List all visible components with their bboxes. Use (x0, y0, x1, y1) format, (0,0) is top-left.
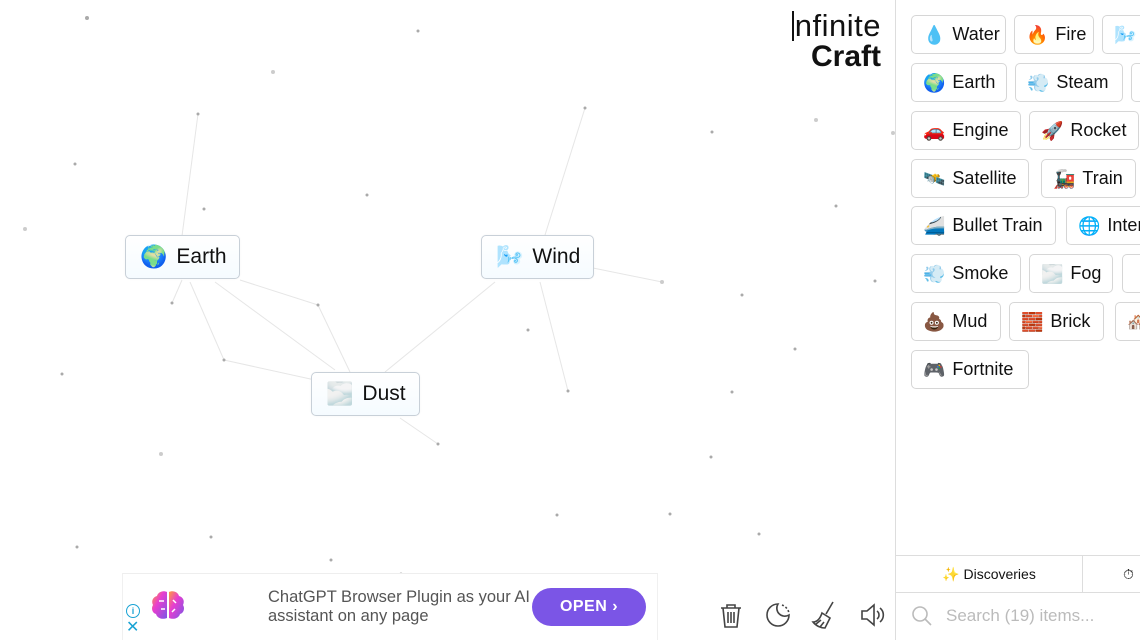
ad-close-icon[interactable]: ✕ (126, 620, 139, 636)
particle-dots (23, 16, 895, 576)
infinite-craft-logo: nfinite Craft (791, 8, 881, 73)
item-label: Earth (176, 245, 227, 268)
item-label: Fog (1070, 263, 1102, 283)
brain-logo-icon (149, 589, 187, 630)
smoke-icon: 💨 (923, 263, 946, 284)
sidebar-item-mud[interactable]: 💩 Mud (911, 302, 1001, 341)
item-label: Mud (952, 311, 988, 331)
logo-line2: Craft (810, 40, 881, 73)
game-controller-icon: 🎮 (923, 359, 946, 380)
sidebar-item-hidden-1[interactable] (1131, 63, 1140, 102)
item-label: Wind (532, 245, 581, 268)
logo-line1: nfinite (794, 8, 881, 43)
sidebar-item-satellite[interactable]: 🛰️ Satellite (911, 159, 1029, 198)
globe-icon: 🌐 (1078, 215, 1101, 236)
canvas-item-wind[interactable]: 🌬️ Wind (481, 235, 594, 279)
mud-icon: 💩 (923, 311, 946, 332)
sidebar-item-brick[interactable]: 🧱 Brick (1009, 302, 1104, 341)
sidebar-item-engine[interactable]: 🚗 Engine (911, 111, 1021, 150)
fog-icon: 🌫️ (1041, 263, 1064, 284)
earth-icon: 🌍 (140, 244, 168, 269)
water-drop-icon: 💧 (923, 24, 946, 45)
item-label: Rocket (1070, 120, 1127, 140)
sidebar-item-hidden-2[interactable] (1122, 254, 1140, 293)
dust-icon: 🌫️ (326, 381, 354, 406)
item-label: Water (952, 24, 1000, 44)
advertisement-banner[interactable]: i ✕ ChatGPT Browser Plugin as your AI as… (122, 573, 658, 640)
ad-info-icon[interactable]: i (126, 604, 140, 618)
canvas-item-dust[interactable]: 🌫️ Dust (311, 372, 420, 416)
ad-text: ChatGPT Browser Plugin as your AI assist… (268, 588, 558, 626)
ad-open-button[interactable]: OPEN › (532, 588, 646, 626)
speaker-icon[interactable] (857, 600, 887, 630)
tab-sort-time[interactable]: ⏱ (1083, 556, 1140, 592)
item-label: Dust (362, 382, 406, 405)
ad-text-line2: assistant on any page (268, 607, 429, 625)
moon-icon[interactable] (763, 600, 793, 630)
item-label: Bullet Train (952, 215, 1043, 235)
item-label: Earth (952, 72, 996, 92)
sidebar-tabs: ✨ Discoveries ⏱ (896, 555, 1140, 593)
rocket-icon: 🚀 (1041, 120, 1064, 141)
item-label: Inter (1107, 215, 1140, 235)
car-icon: 🚗 (923, 120, 946, 141)
canvas-toolbar (716, 600, 887, 630)
search-input[interactable] (944, 605, 1138, 627)
earth-icon: 🌍 (923, 72, 946, 93)
satellite-icon: 🛰️ (923, 168, 946, 189)
sidebar: 💧 Water 🔥 Fire 🌬️Wind 🌍 Earth 💨 Steam 🚗 Engin… (895, 0, 1140, 640)
sidebar-item-fire[interactable]: 🔥 Fire (1014, 15, 1094, 54)
sidebar-item-earth[interactable]: 🌍 Earth (911, 63, 1007, 102)
sidebar-item-fog[interactable]: 🌫️ Fog (1029, 254, 1113, 293)
sidebar-item-wind[interactable]: 🌬️Wind (1102, 15, 1140, 54)
sidebar-item-hidden-3[interactable]: 🏘️ (1115, 302, 1140, 341)
sidebar-item-bullet-train[interactable]: 🚄 Bullet Train (911, 206, 1056, 245)
sidebar-item-fortnite[interactable]: 🎮 Fortnite (911, 350, 1029, 389)
item-label: Smoke (952, 263, 1009, 283)
train-icon: 🚂 (1053, 168, 1076, 189)
ad-text-line1: ChatGPT Browser Plugin as your AI (268, 588, 530, 606)
steam-icon: 💨 (1027, 72, 1050, 93)
item-label: Engine (952, 120, 1009, 140)
sidebar-item-internet[interactable]: 🌐 Inter (1066, 206, 1140, 245)
sidebar-item-train[interactable]: 🚂 Train (1041, 159, 1136, 198)
broom-icon[interactable] (810, 600, 840, 630)
wind-icon: 🌬️ (496, 244, 524, 269)
sidebar-item-rocket[interactable]: 🚀 Rocket (1029, 111, 1139, 150)
canvas-item-earth[interactable]: 🌍 Earth (125, 235, 240, 279)
search-icon (910, 604, 934, 628)
item-label: Brick (1050, 311, 1091, 331)
search-bar (896, 592, 1140, 640)
item-label: Train (1082, 168, 1123, 188)
wind-icon: 🌬️ (1114, 24, 1137, 45)
background-particles (23, 16, 895, 576)
fire-icon: 🔥 (1026, 24, 1049, 45)
sidebar-item-water[interactable]: 💧 Water (911, 15, 1006, 54)
item-label: Steam (1056, 72, 1109, 92)
item-label: Fortnite (952, 359, 1014, 379)
item-label: Fire (1055, 24, 1087, 44)
trash-icon[interactable] (716, 600, 746, 630)
crafting-canvas[interactable]: nfinite Craft 🌍 Earth 🌬️ Wind 🌫️ Dust i … (0, 0, 895, 640)
brick-icon: 🧱 (1021, 311, 1044, 332)
tab-discoveries[interactable]: ✨ Discoveries (896, 556, 1083, 592)
sidebar-item-smoke[interactable]: 💨 Smoke (911, 254, 1021, 293)
item-label: Satellite (952, 168, 1017, 188)
sidebar-item-steam[interactable]: 💨 Steam (1015, 63, 1123, 102)
village-icon: 🏘️ (1127, 313, 1140, 331)
bullet-train-icon: 🚄 (923, 215, 946, 236)
